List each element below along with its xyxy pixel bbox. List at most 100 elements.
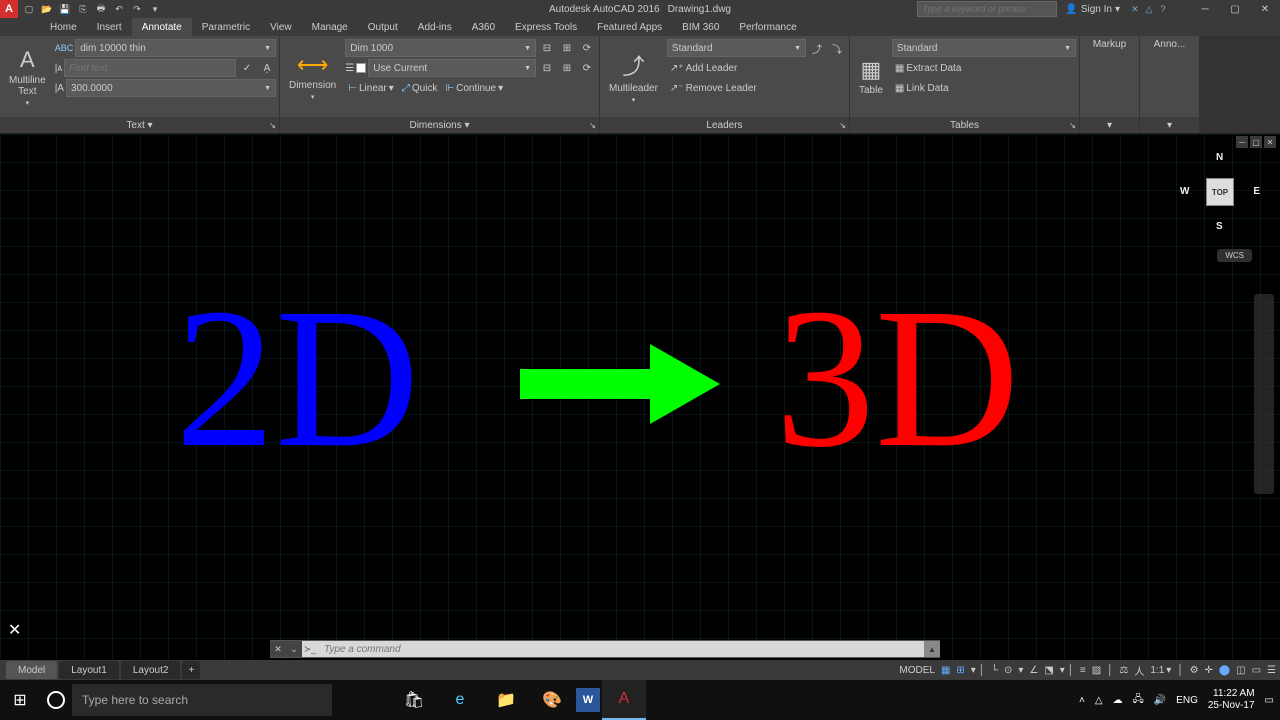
spellcheck-button[interactable]: ✓ (238, 59, 256, 77)
task-store-icon[interactable]: 🛍 (392, 680, 436, 720)
tab-annotate[interactable]: Annotate (132, 18, 192, 36)
panel-markup[interactable]: Markup ▾ (1080, 36, 1140, 133)
text-tool-button[interactable]: Aͅ (258, 59, 276, 77)
drawing-canvas[interactable]: ─ ▢ ✕ N S W E TOP WCS 2D 3D ✕ ✕ ⌄ ≻_ ▲ (0, 134, 1280, 660)
add-layout-button[interactable]: + (182, 661, 200, 679)
tab-layout2[interactable]: Layout2 (121, 661, 181, 679)
tab-a360[interactable]: A360 (462, 18, 505, 36)
start-button[interactable]: ⊞ (0, 680, 40, 720)
extract-data-button[interactable]: ▦ Extract Data (892, 59, 964, 77)
tray-clock[interactable]: 11:22 AM 25-Nov-17 (1208, 688, 1255, 712)
navigation-bar[interactable] (1254, 294, 1274, 494)
dim-btn5[interactable]: ⊞ (558, 59, 576, 77)
help-icon[interactable]: ? (1156, 2, 1170, 16)
compass-w[interactable]: W (1180, 186, 1189, 197)
tab-addins[interactable]: Add-ins (408, 18, 462, 36)
use-current-checkbox[interactable] (356, 63, 366, 73)
isolate-icon[interactable]: ◫ (1236, 665, 1245, 676)
text-height-dropdown[interactable]: 300.0000▼ (66, 79, 276, 97)
close-button[interactable]: ✕ (1250, 0, 1280, 18)
compass-n[interactable]: N (1216, 152, 1223, 163)
signin-button[interactable]: 👤 Sign In ▾ (1057, 4, 1128, 15)
table-style-dropdown[interactable]: Standard▼ (892, 39, 1076, 57)
hw-accel-icon[interactable]: ⬤ (1219, 665, 1230, 676)
table-button[interactable]: ▦ Table (853, 39, 889, 114)
tab-bim360[interactable]: BIM 360 (672, 18, 729, 36)
tab-model[interactable]: Model (6, 661, 57, 679)
vp-maximize-icon[interactable]: ▢ (1250, 136, 1262, 148)
linear-button[interactable]: ⊢Linear ▾ (345, 79, 397, 97)
taskbar-search-input[interactable]: Type here to search (72, 684, 332, 716)
undo-icon[interactable]: ↶ (112, 2, 126, 16)
markup-expand[interactable]: ▾ (1080, 117, 1139, 133)
lineweight-icon[interactable]: ≡ (1080, 665, 1086, 676)
cmd-options-icon[interactable]: ⌄ (286, 641, 302, 657)
iso-icon[interactable]: ⬔ (1044, 665, 1053, 676)
leader-style-dropdown[interactable]: Standard▼ (667, 39, 806, 57)
cmd-close-icon[interactable]: ✕ (270, 641, 286, 657)
tray-notifications-icon[interactable]: ▭ (1265, 695, 1274, 706)
task-paint-icon[interactable]: 🎨 (530, 680, 574, 720)
new-icon[interactable]: ▢ (22, 2, 36, 16)
maximize-vp-icon[interactable]: ✛ (1205, 665, 1213, 676)
add-leader-button[interactable]: ↗⁺ Add Leader (667, 59, 740, 77)
print-icon[interactable]: 🖶 (94, 2, 108, 16)
panel-leader-title[interactable]: Leaders↘ (600, 117, 849, 133)
task-edge-icon[interactable]: e (438, 680, 482, 720)
anno-expand[interactable]: ▾ (1140, 117, 1199, 133)
clean-screen-icon[interactable]: ▭ (1252, 665, 1261, 676)
exchange-icon[interactable]: ✕ (1128, 2, 1142, 16)
saveall-icon[interactable]: ⎘ (76, 2, 90, 16)
osnap-icon[interactable]: ∠ (1029, 665, 1038, 676)
panel-text-title[interactable]: Text ▾↘ (0, 117, 279, 133)
tab-express[interactable]: Express Tools (505, 18, 587, 36)
maximize-button[interactable]: ▢ (1220, 0, 1250, 18)
dimension-button[interactable]: ⟷ Dimension ▾ (283, 39, 342, 114)
task-word-icon[interactable]: W (576, 688, 600, 712)
dim-btn3[interactable]: ⟳ (578, 39, 596, 57)
tray-a360-icon[interactable]: △ (1095, 695, 1103, 706)
snap-toggle-icon[interactable]: ⊞ (956, 665, 964, 676)
cmd-history-icon[interactable]: ▲ (924, 641, 940, 657)
tray-chevron-icon[interactable]: ˄ (1079, 695, 1085, 706)
use-current-dropdown[interactable]: Use Current▼ (368, 59, 536, 77)
tray-onedrive-icon[interactable]: ☁ (1113, 695, 1123, 706)
dim-btn4[interactable]: ⊟ (538, 59, 556, 77)
tab-featured[interactable]: Featured Apps (587, 18, 672, 36)
multileader-button[interactable]: ⤴ Multileader ▾ (603, 39, 664, 114)
panel-anno[interactable]: Anno... ▾ (1140, 36, 1200, 133)
tab-view[interactable]: View (260, 18, 302, 36)
polar-icon[interactable]: ⊙ (1004, 665, 1012, 676)
scale-dropdown[interactable]: 1:1 ▾ (1150, 665, 1171, 676)
leader-btn1[interactable]: ⤴ (808, 39, 826, 57)
tab-insert[interactable]: Insert (87, 18, 132, 36)
multiline-text-button[interactable]: A Multiline Text ▾ (3, 39, 52, 114)
remove-leader-button[interactable]: ↗⁻ Remove Leader (667, 79, 760, 97)
panel-dim-title[interactable]: Dimensions ▾↘ (280, 117, 599, 133)
redo-icon[interactable]: ↷ (130, 2, 144, 16)
tab-output[interactable]: Output (358, 18, 408, 36)
tab-manage[interactable]: Manage (302, 18, 358, 36)
tab-performance[interactable]: Performance (729, 18, 806, 36)
text-style-dropdown[interactable]: dim 10000 thin▼ (75, 39, 276, 57)
save-icon[interactable]: 💾 (58, 2, 72, 16)
transparency-icon[interactable]: ▨ (1092, 665, 1101, 676)
grid-toggle-icon[interactable]: ▦ (941, 665, 950, 676)
quick-button[interactable]: ⤢Quick (399, 79, 441, 97)
continue-button[interactable]: ⊩Continue ▾ (442, 79, 506, 97)
customize-icon[interactable]: ☰ (1267, 665, 1276, 676)
tray-volume-icon[interactable]: 🔊 (1154, 695, 1166, 706)
find-text-input[interactable] (64, 59, 236, 77)
help-search-input[interactable] (917, 1, 1057, 17)
open-icon[interactable]: 📂 (40, 2, 54, 16)
dim-btn1[interactable]: ⊟ (538, 39, 556, 57)
tray-lang[interactable]: ENG (1176, 695, 1198, 706)
tab-home[interactable]: Home (40, 18, 87, 36)
a360-icon[interactable]: △ (1142, 2, 1156, 16)
anno-vis-icon[interactable]: 人 (1134, 663, 1144, 678)
panel-table-title[interactable]: Tables↘ (850, 117, 1079, 133)
compass-s[interactable]: S (1216, 221, 1223, 232)
dim-style-dropdown[interactable]: Dim 1000▼ (345, 39, 536, 57)
compass-e[interactable]: E (1253, 186, 1260, 197)
tab-parametric[interactable]: Parametric (192, 18, 260, 36)
